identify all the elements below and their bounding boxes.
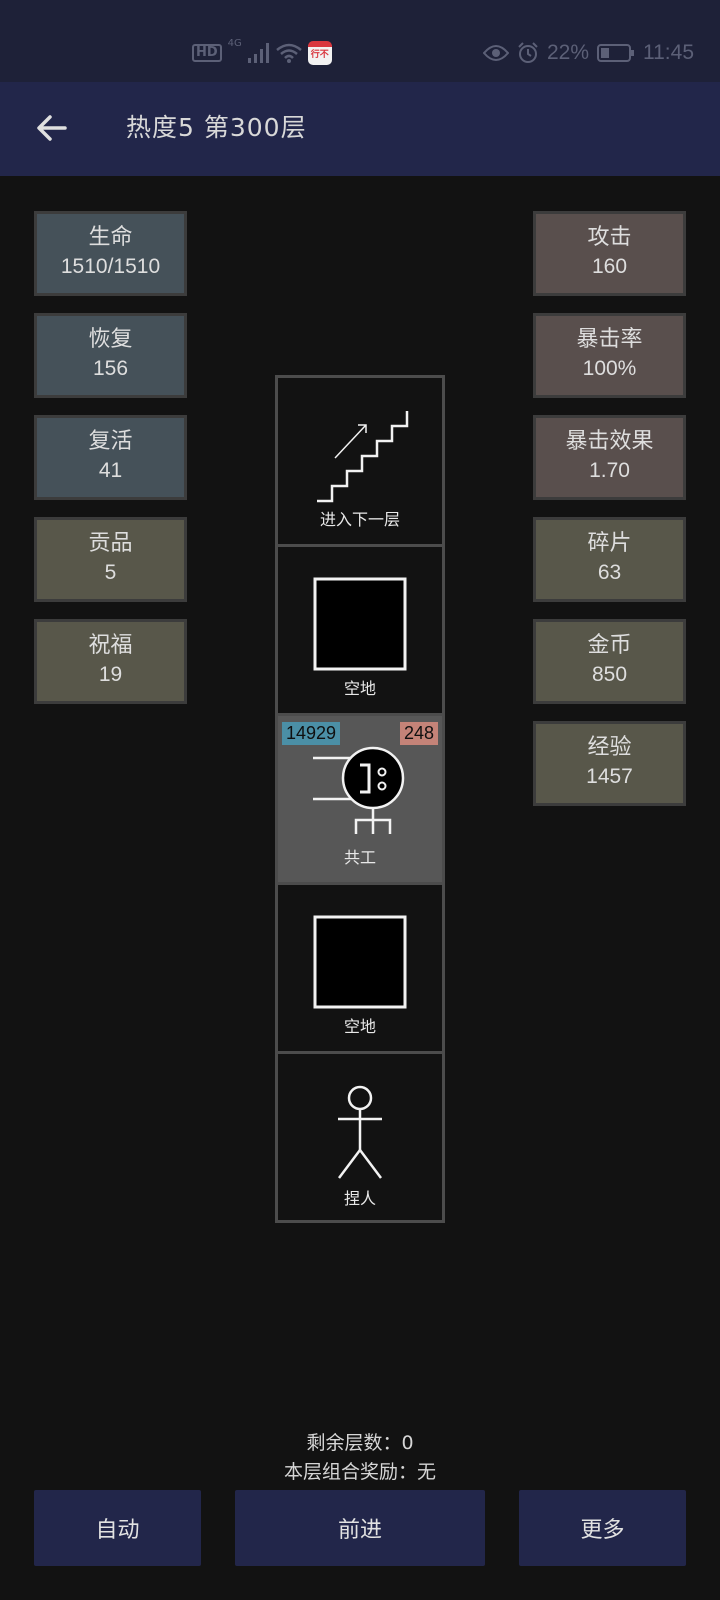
status-left-icons: HD 4G 行不	[192, 38, 332, 68]
stat-value: 1510/1510	[60, 255, 161, 278]
stat-value: 160	[591, 255, 628, 278]
stat-crit-rate: 暴击率 100%	[533, 313, 686, 398]
cell-label: 空地	[343, 679, 376, 698]
stat-value: 1.70	[589, 459, 630, 482]
stat-label: 祝福	[88, 633, 133, 658]
stat-value: 63	[597, 561, 622, 584]
auto-button[interactable]: 自动	[34, 1490, 201, 1566]
stat-value: 850	[591, 663, 628, 686]
stat-regen: 恢复 156	[34, 313, 187, 398]
stat-label: 金币	[587, 633, 632, 658]
cell-label: 捏人	[343, 1189, 376, 1208]
back-arrow-icon	[37, 115, 67, 141]
status-right-icons: 22% 11:45	[482, 38, 694, 68]
remaining-floors-text: 剩余层数：0	[306, 1432, 414, 1454]
stat-hp: 生命 1510/1510	[34, 211, 187, 296]
notification-app-icon: 行不	[307, 41, 332, 65]
stat-label: 生命	[88, 225, 133, 250]
stat-experience: 经验 1457	[533, 721, 686, 806]
stat-label: 贡品	[88, 531, 133, 556]
hd-voice-icon: HD	[192, 44, 222, 62]
stat-blessing: 祝福 19	[34, 619, 187, 704]
stat-tribute: 贡品 5	[34, 517, 187, 602]
enemy-attack-badge: 248	[399, 722, 438, 745]
stat-gold: 金币 850	[533, 619, 686, 704]
stat-label: 经验	[587, 735, 632, 760]
cell-label: 共工	[343, 848, 376, 867]
stat-shards: 碎片 63	[533, 517, 686, 602]
forward-button[interactable]: 前进	[235, 1490, 485, 1566]
alarm-icon	[518, 42, 538, 63]
floor-cell-empty[interactable]: 空地	[278, 547, 442, 716]
enemy-hp-badge: 14929	[282, 722, 341, 745]
page-title: 热度5 第300层	[126, 113, 307, 142]
network-type-label: 4G	[227, 38, 242, 49]
clock-time: 11:45	[643, 41, 694, 64]
combo-reward-text: 本层组合奖励：无	[283, 1461, 436, 1483]
cell-label: 进入下一层	[319, 510, 400, 529]
floor-cell-next-level[interactable]: 进入下一层	[278, 378, 442, 547]
back-button[interactable]	[30, 106, 74, 150]
stat-label: 暴击效果	[565, 429, 654, 454]
wifi-icon	[275, 43, 302, 63]
stat-label: 复活	[88, 429, 133, 454]
stat-value: 1457	[586, 765, 633, 788]
stat-value: 19	[98, 663, 123, 686]
app-bar: 热度5 第300层	[0, 82, 720, 176]
stat-label: 暴击率	[576, 327, 643, 352]
stat-crit-effect: 暴击效果 1.70	[533, 415, 686, 500]
battery-icon	[597, 44, 634, 62]
status-bar: HD 4G 行不 22% 11:45	[0, 0, 720, 82]
floor-column: 进入下一层 空地 14929 248 共工 空地 捏人	[275, 375, 445, 1223]
floor-cell-player[interactable]: 捏人	[278, 1054, 442, 1223]
more-button[interactable]: 更多	[519, 1490, 686, 1566]
battery-percent: 22%	[546, 41, 589, 64]
stat-label: 碎片	[587, 531, 632, 556]
floor-cell-enemy[interactable]: 14929 248 共工	[278, 716, 442, 885]
cell-signal-icon	[247, 43, 269, 63]
cell-label: 空地	[343, 1017, 376, 1036]
stat-value: 156	[92, 357, 129, 380]
eye-icon	[482, 45, 509, 61]
stat-value: 41	[98, 459, 123, 482]
stat-revive: 复活 41	[34, 415, 187, 500]
floor-cell-empty[interactable]: 空地	[278, 885, 442, 1054]
stat-label: 恢复	[88, 327, 133, 352]
stat-value: 5	[104, 561, 117, 584]
stat-label: 攻击	[587, 225, 632, 250]
stat-value: 100%	[582, 357, 637, 380]
stat-attack: 攻击 160	[533, 211, 686, 296]
